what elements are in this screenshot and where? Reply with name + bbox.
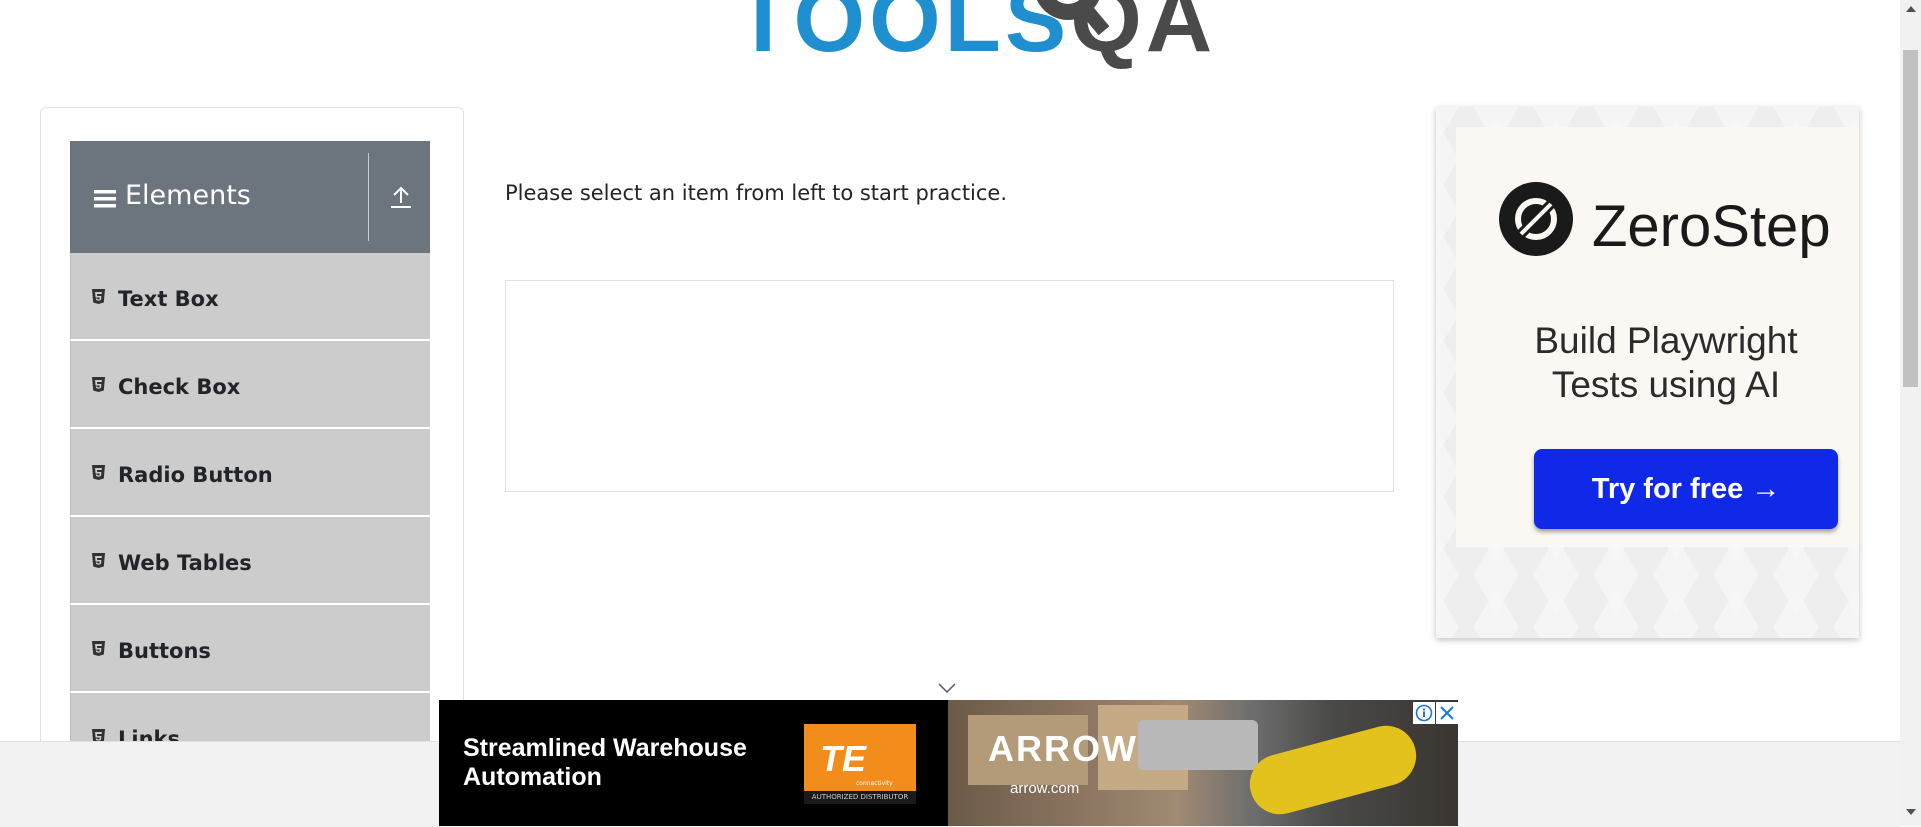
try-for-free-button[interactable]: Try for free → [1534,449,1838,529]
gear-icon [1037,0,1110,36]
te-logo-subtext: connectivity [856,780,893,787]
sidebar-item-radio-button[interactable]: Radio Button [70,429,430,517]
robot-arm-image [1243,719,1423,821]
zerostep-brand-name: ZeroStep [1592,194,1831,259]
tagline-line-1: Build Playwright [1534,320,1798,361]
robot-gripper-image [1138,720,1258,770]
scroll-up-arrow-icon[interactable] [1906,5,1916,13]
authorized-distributor-badge: AUTHORIZED DISTRIBUTOR [804,791,916,804]
site-logo[interactable]: TOOLSQA [735,0,1212,66]
bottom-advertisement[interactable]: Streamlined Warehouse Automation TE conn… [439,700,1458,826]
sidebar-item-text-box[interactable]: Text Box [70,253,430,341]
adchoices-info-icon[interactable] [1413,702,1435,724]
side-advertisement[interactable]: ZeroStep Build Playwright Tests using AI… [1436,107,1859,638]
practice-content-area [505,280,1394,492]
html5-icon [92,641,105,656]
zerostep-tagline: Build Playwright Tests using AI [1456,319,1859,407]
sidebar-item-label: Radio Button [118,463,273,487]
te-connectivity-logo: TE connectivity AUTHORIZED DISTRIBUTOR [804,724,916,804]
arrow-url: arrow.com [1010,780,1080,797]
sidebar-item-buttons[interactable]: Buttons [70,605,430,693]
sidebar-item-label: Web Tables [118,551,252,575]
sidebar-item-check-box[interactable]: Check Box [70,341,430,429]
warehouse-photo: ARROW arrow.com [948,700,1458,826]
vertical-scrollbar[interactable] [1900,0,1921,826]
logo-text: TOOLSQA [735,0,1216,66]
sidebar-item-label: Buttons [118,639,211,663]
ad-headline: Streamlined Warehouse Automation [463,734,747,791]
scrollbar-thumb[interactable] [1903,50,1918,387]
arrow-logo: ARROW [988,728,1138,769]
scroll-down-arrow-icon[interactable] [1906,808,1916,816]
hamburger-icon [94,190,116,208]
tagline-line-2: Tests using AI [1551,364,1781,405]
te-logo-text: TE [820,738,867,779]
sidebar-item-label: Text Box [118,287,219,311]
close-icon[interactable] [1436,702,1458,724]
collapse-up-icon[interactable] [390,185,412,209]
zerostep-logo-icon [1499,182,1573,256]
elements-menu-list: Text Box Check Box Radio Button Web Tabl… [70,253,430,781]
html5-icon [92,377,105,392]
html5-icon [92,465,105,480]
zerostep-ad-card: ZeroStep Build Playwright Tests using AI… [1456,127,1859,547]
sidebar-item-label: Check Box [118,375,241,399]
sidebar-item-web-tables[interactable]: Web Tables [70,517,430,605]
instruction-text: Please select an item from left to start… [505,181,1008,205]
group-title: Elements [125,180,251,211]
html5-icon [92,553,105,568]
html5-icon [92,289,105,304]
header-divider [368,153,369,241]
chevron-down-icon[interactable] [937,682,957,694]
elements-group-header[interactable]: Elements [70,141,430,253]
